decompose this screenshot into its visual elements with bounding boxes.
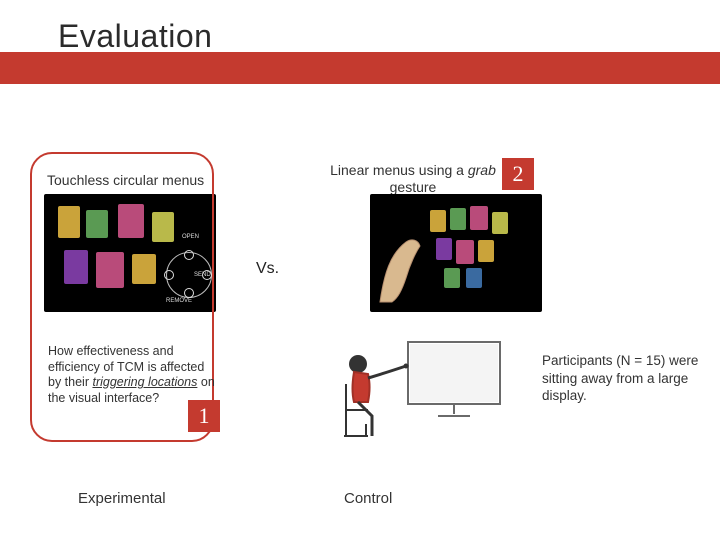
arm-icon: [376, 234, 424, 304]
screen-tile: [470, 206, 488, 230]
screen-tile: [430, 210, 446, 232]
badge-1: 1: [188, 400, 220, 432]
right-caption-post: gesture: [390, 179, 437, 195]
badge-2: 2: [502, 158, 534, 190]
screen-tile: [466, 268, 482, 288]
condition-control: Control: [344, 490, 392, 507]
vs-label: Vs.: [256, 260, 279, 278]
participants-text: Participants (N = 15) were sitting away …: [542, 352, 702, 405]
screen-tile: [456, 240, 474, 264]
research-question: How effectiveness and efficiency of TCM …: [48, 344, 218, 407]
title-band: [0, 52, 720, 84]
slide: Evaluation Touchless circular menus Line…: [0, 0, 720, 540]
condition-experimental: Experimental: [78, 490, 166, 507]
right-caption-pre: Linear menus using a: [330, 162, 468, 178]
right-photo: [370, 194, 542, 312]
screen-tile: [492, 212, 508, 234]
right-caption-emph: grab: [468, 162, 496, 178]
right-photo-caption: Linear menus using a grab gesture: [323, 162, 503, 196]
screen-tile: [450, 208, 466, 230]
screen-tile: [436, 238, 452, 260]
participant-display-icon: [324, 336, 504, 444]
screen-tile: [444, 268, 460, 288]
question-emph: triggering locations: [92, 375, 197, 389]
page-title: Evaluation: [58, 18, 212, 55]
screen-tile: [478, 240, 494, 262]
